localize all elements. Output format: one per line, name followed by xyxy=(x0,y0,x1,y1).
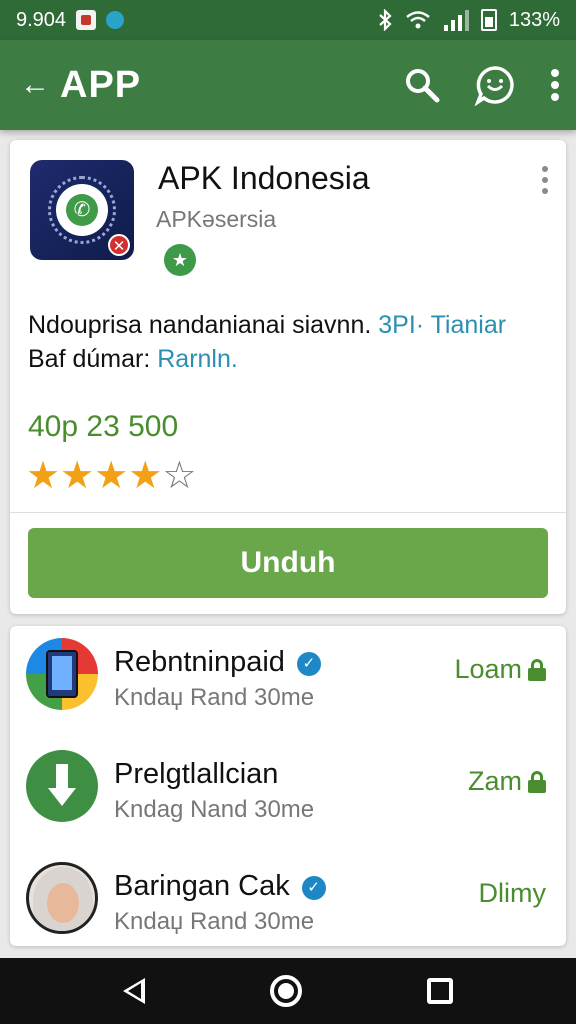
lock-icon xyxy=(528,770,546,793)
description-link-2[interactable]: Rarnln. xyxy=(157,345,238,373)
list-item-subtitle: Kndaџ Rand 30me xyxy=(114,684,315,711)
install-button[interactable]: Unduh xyxy=(28,528,548,598)
close-badge-icon: ✕ xyxy=(108,234,130,256)
list-item-subtitle: Kndaџ Rand 30me xyxy=(114,908,315,935)
description-link[interactable]: 3PI· Tianiar xyxy=(378,311,506,339)
verified-check-icon: ✓ xyxy=(301,876,326,900)
list-item-action-label: Loam xyxy=(454,654,522,684)
list-item-action-label: Zam xyxy=(468,766,522,796)
back-arrow-icon[interactable]: ← xyxy=(20,68,54,102)
phone-app-icon xyxy=(26,638,98,710)
list-item-subtitle: Kndag Nand 30me xyxy=(114,796,315,823)
status-bar: 9.904 133% xyxy=(0,0,576,40)
app-description: Ndouprisa nandanianai siavnn. 3PI· Tiani… xyxy=(28,308,558,376)
star-rating: ★★★★☆ xyxy=(26,456,196,496)
signal-icon xyxy=(443,10,469,31)
battery-percentage: 133% xyxy=(508,8,560,31)
star-filled-icon: ★ xyxy=(26,455,61,497)
nav-home-icon[interactable] xyxy=(269,975,302,1007)
battery-icon xyxy=(480,9,497,31)
chat-icon[interactable] xyxy=(474,64,516,106)
status-time: 9.904 xyxy=(16,8,67,31)
description-text: Ndouprisa nandanianai siavnn. xyxy=(28,311,379,339)
list-item-action-label: Dlimy xyxy=(478,878,547,908)
list-item[interactable]: Rebntninpaid ✓ Kndaџ Rand 30me Loam xyxy=(10,626,566,736)
star-filled-icon: ★ xyxy=(60,455,95,497)
list-item-action[interactable]: Zam xyxy=(468,766,546,797)
app-bar: ← APP xyxy=(0,40,576,130)
list-item-name: Rebntninpaid xyxy=(114,646,285,678)
search-icon[interactable] xyxy=(404,67,440,103)
app-price: 40p 23 500 xyxy=(28,410,179,443)
card-divider xyxy=(10,512,566,513)
lock-icon xyxy=(528,658,546,681)
list-item[interactable]: Prelgtlallcian Kndag Nand 30me Zam xyxy=(10,738,566,848)
star-filled-icon: ★ xyxy=(94,455,129,497)
list-item-action[interactable]: Loam xyxy=(454,654,546,685)
app-logo-icon[interactable]: ✆ ✕ xyxy=(30,160,134,260)
editor-badge-icon: ★ xyxy=(164,244,196,276)
featured-app-card: ✆ ✕ APK Indonesia APKəsersia ★ Ndouprisa… xyxy=(10,140,566,614)
download-icon xyxy=(26,750,98,822)
card-more-icon[interactable] xyxy=(542,166,548,199)
app-notification-icon xyxy=(106,11,125,29)
app-name: APK Indonesia xyxy=(158,160,370,196)
phone-icon: ✆ xyxy=(66,194,98,226)
list-item[interactable]: Baringan Cak ✓ Kndaџ Rand 30me Dlimy xyxy=(10,850,566,960)
list-item-name: Baringan Cak xyxy=(114,870,290,902)
star-empty-icon: ☆ xyxy=(162,455,197,497)
verified-check-icon: ✓ xyxy=(296,652,321,676)
notification-icon xyxy=(76,10,97,30)
list-item-name: Prelgtlallcian xyxy=(114,758,279,790)
developer-name[interactable]: APKəsersia xyxy=(156,206,276,233)
list-item-action[interactable]: Dlimy xyxy=(479,878,547,909)
description-line-2: Baf dúmar: xyxy=(28,345,158,373)
more-vert-icon[interactable] xyxy=(550,68,560,102)
app-bar-title: APP xyxy=(60,63,142,106)
star-filled-icon: ★ xyxy=(128,455,163,497)
nav-back-icon[interactable] xyxy=(122,978,145,1004)
nav-recents-icon[interactable] xyxy=(427,978,454,1004)
wifi-icon xyxy=(406,11,430,29)
app-list-card: Rebntninpaid ✓ Kndaџ Rand 30me Loam Prelg… xyxy=(10,626,566,946)
bluetooth-icon xyxy=(379,9,392,31)
avatar-icon xyxy=(26,862,98,934)
navigation-bar xyxy=(0,958,576,1024)
